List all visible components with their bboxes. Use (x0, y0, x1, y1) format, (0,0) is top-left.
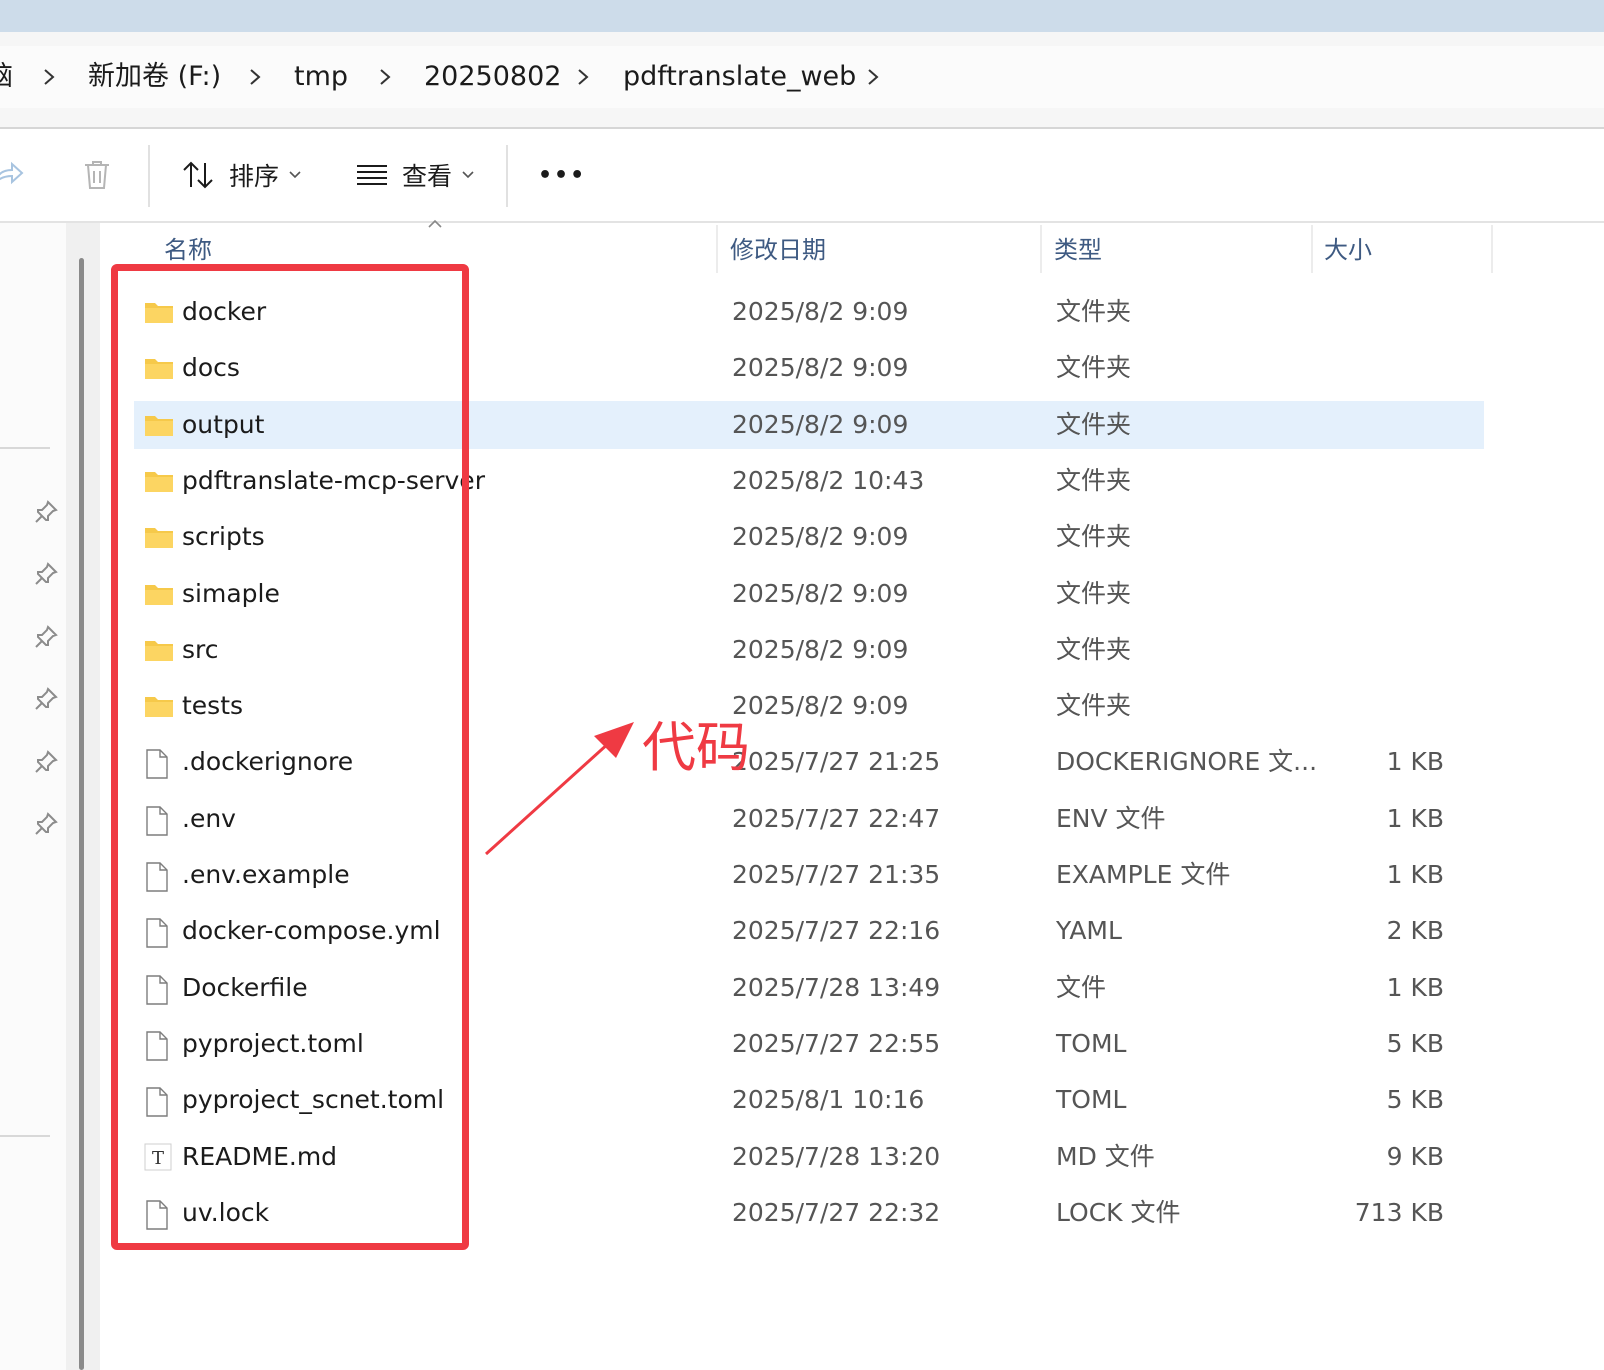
column-header-type[interactable]: 类型 (1054, 230, 1102, 270)
chevron-down-icon (289, 171, 301, 179)
file-date: 2025/8/1 10:16 (732, 1085, 925, 1115)
chevron-right-icon[interactable] (246, 46, 266, 108)
more-options-button[interactable]: ••• (538, 129, 586, 221)
column-divider[interactable] (716, 225, 718, 273)
file-type: 文件夹 (1056, 522, 1132, 552)
breadcrumb-date-folder[interactable]: 20250802 (424, 46, 561, 108)
column-header-date[interactable]: 修改日期 (730, 230, 826, 270)
title-bar (0, 0, 1604, 32)
file-date: 2025/7/27 22:55 (732, 1028, 941, 1058)
nav-scrollbar[interactable] (66, 223, 100, 1370)
toolbar-separator (506, 145, 508, 207)
chevron-right-icon[interactable] (376, 46, 396, 108)
file-date: 2025/8/2 9:09 (732, 578, 909, 608)
breadcrumb-current-folder[interactable]: pdftranslate_web (623, 46, 856, 108)
file-type: 文件夹 (1056, 634, 1132, 664)
chevron-down-icon (462, 171, 474, 179)
file-type: TOML (1056, 1085, 1127, 1115)
sort-button[interactable]: 排序 (181, 129, 301, 221)
pin-icon[interactable] (34, 562, 58, 586)
file-date: 2025/7/27 22:32 (732, 1197, 941, 1227)
pin-icon[interactable] (34, 625, 58, 649)
chevron-right-icon[interactable] (40, 46, 60, 108)
file-type: 文件夹 (1056, 465, 1132, 495)
file-size: 1 KB (1386, 803, 1444, 833)
column-divider[interactable] (1491, 225, 1493, 273)
sort-label: 排序 (229, 162, 280, 191)
annotation-label: 代码 (642, 716, 750, 779)
file-type: 文件夹 (1056, 409, 1132, 439)
sort-ascending-icon (428, 219, 442, 228)
chevron-right-icon[interactable] (864, 46, 884, 108)
file-type: 文件 (1056, 972, 1107, 1002)
file-type: 文件夹 (1056, 297, 1132, 326)
share-button[interactable] (0, 129, 24, 221)
pin-icon[interactable] (34, 687, 58, 711)
view-button[interactable]: 查看 (356, 129, 474, 221)
file-date: 2025/7/27 22:47 (732, 803, 941, 833)
file-type: EXAMPLE 文件 (1056, 860, 1231, 889)
file-size: 1 KB (1386, 860, 1444, 889)
annotation-highlight-box (111, 264, 469, 1250)
nav-separator (0, 1135, 50, 1137)
navigation-pane (0, 223, 68, 1370)
file-type: LOCK 文件 (1056, 1197, 1181, 1227)
file-date: 2025/7/27 21:35 (732, 860, 941, 889)
divider (0, 221, 1604, 223)
breadcrumb-partial[interactable]: 脑 (0, 46, 13, 108)
file-date: 2025/7/27 22:16 (732, 916, 941, 946)
pin-icon[interactable] (34, 812, 58, 836)
command-bar: 排序 查看 ••• (0, 129, 1604, 221)
more-icon: ••• (538, 162, 587, 188)
breadcrumb-drive[interactable]: 新加卷 (F:) (88, 46, 221, 108)
file-date: 2025/7/27 21:25 (732, 747, 941, 777)
toolbar-separator (148, 145, 150, 207)
file-type: ENV 文件 (1056, 803, 1166, 833)
list-view-icon (357, 165, 387, 185)
file-type: 文件夹 (1056, 578, 1132, 608)
view-label: 查看 (402, 162, 453, 191)
trash-icon (85, 161, 109, 189)
file-type: TOML (1056, 1028, 1127, 1058)
column-header-size[interactable]: 大小 (1324, 230, 1372, 270)
file-date: 2025/8/2 9:09 (732, 634, 909, 664)
file-date: 2025/7/28 13:49 (732, 972, 941, 1002)
file-size: 2 KB (1386, 916, 1444, 946)
file-date: 2025/8/2 9:09 (732, 522, 909, 552)
file-size: 9 KB (1386, 1141, 1444, 1171)
chevron-right-icon[interactable] (574, 46, 594, 108)
file-size: 1 KB (1386, 747, 1444, 777)
file-size: 5 KB (1386, 1028, 1444, 1058)
file-type: 文件夹 (1056, 691, 1132, 721)
file-type: 文件夹 (1056, 353, 1132, 383)
column-divider[interactable] (1040, 225, 1042, 273)
file-type: YAML (1056, 916, 1122, 946)
file-date: 2025/8/2 9:09 (732, 691, 909, 721)
file-date: 2025/8/2 9:09 (732, 409, 909, 439)
address-bar[interactable]: 脑 新加卷 (F:) tmp 20250802 pdftranslate_web (0, 46, 1604, 108)
sort-icon (183, 161, 213, 189)
scrollbar-thumb[interactable] (79, 258, 84, 1370)
file-type: DOCKERIGNORE 文... (1056, 747, 1318, 777)
breadcrumb-tmp[interactable]: tmp (294, 46, 348, 108)
address-bar-area: 脑 新加卷 (F:) tmp 20250802 pdftranslate_web (0, 32, 1604, 128)
file-size: 5 KB (1386, 1085, 1444, 1115)
pin-icon[interactable] (34, 500, 58, 524)
file-size: 713 KB (1354, 1197, 1444, 1227)
share-icon (0, 161, 24, 185)
file-explorer-window: 脑 新加卷 (F:) tmp 20250802 pdftranslate_web (0, 0, 1604, 1370)
file-date: 2025/8/2 9:09 (732, 353, 909, 383)
delete-button[interactable] (82, 129, 112, 221)
annotation-arrow-icon (484, 722, 634, 856)
pin-icon[interactable] (34, 750, 58, 774)
file-size: 1 KB (1386, 972, 1444, 1002)
file-date: 2025/7/28 13:20 (732, 1141, 941, 1171)
file-date: 2025/8/2 9:09 (732, 297, 909, 326)
file-date: 2025/8/2 10:43 (732, 465, 925, 495)
column-divider[interactable] (1311, 225, 1313, 273)
nav-separator (0, 447, 50, 449)
file-type: MD 文件 (1056, 1141, 1155, 1171)
